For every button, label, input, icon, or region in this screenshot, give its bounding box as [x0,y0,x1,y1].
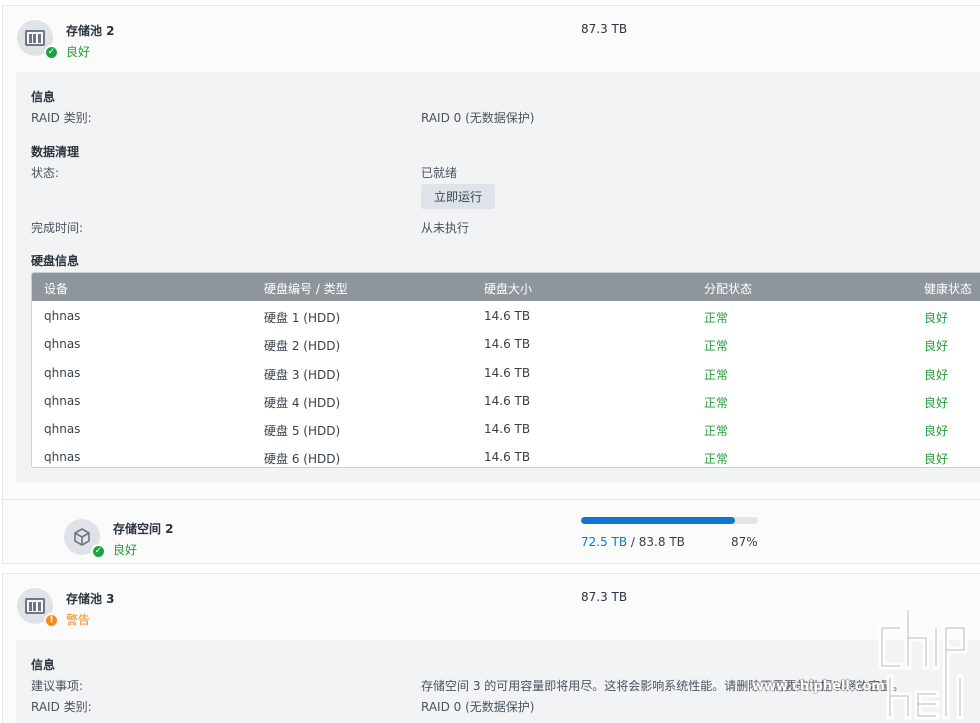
pool-name: 存储池 3 [66,592,115,606]
cell-disk-size: 14.6 TB [484,422,531,437]
completed-time-label: 完成时间: [31,221,84,235]
scrub-status-value: 已就绪 [421,166,458,180]
volume-usage-bar [581,517,758,524]
storage-pool-2-card[interactable]: ✓ 存储池 2 良好 87.3 TB 信息 RAID 类别: RAID 0 (无… [2,5,980,564]
volume-total: 83.8 TB [638,535,685,549]
cell-device: qhnas [44,337,81,352]
volume-status: 良好 [113,543,138,557]
cell-disk-number: 硬盘 1 (HDD) [264,311,341,325]
pool-detail-panel: 信息 RAID 类别: RAID 0 (无数据保护) 数据清理 状态: 已就绪 … [16,72,980,482]
volume-used: 72.5 TB [581,535,628,549]
col-header-health[interactable]: 健康状态 [924,280,972,297]
cell-disk-size: 14.6 TB [484,365,531,380]
raid-type-label: RAID 类别: [31,111,92,125]
table-row[interactable]: qhnas 硬盘 1 (HDD) 14.6 TB 正常 良好 [32,301,980,329]
run-now-button[interactable]: 立即运行 [421,184,495,209]
pool-size: 87.3 TB [581,590,628,604]
pool-size: 87.3 TB [581,22,628,36]
storage-pool-2-header[interactable]: ✓ 存储池 2 良好 87.3 TB [3,6,980,72]
info-section-title: 信息 [31,90,56,104]
cell-disk-number: 硬盘 4 (HDD) [264,395,341,410]
suggestion-label: 建议事项: [31,679,84,693]
scrub-status-label: 状态: [31,166,60,180]
cell-disk-number: 硬盘 6 (HDD) [264,452,341,467]
cell-health: 良好 [924,395,949,410]
pool-status: 良好 [66,45,91,59]
raid-type-value: RAID 0 (无数据保护) [421,700,535,714]
scrub-section-title: 数据清理 [31,145,80,159]
volume-usage-text: 72.5 TB / 83.8 TB [581,535,685,549]
col-header-disk-size[interactable]: 硬盘大小 [484,280,532,297]
storage-pool-3-card[interactable]: ! 存储池 3 警告 87.3 TB 信息 建议事项: 存储空间 3 的可用容量… [2,573,980,723]
volume-usage-percent: 87% [731,535,758,549]
cell-device: qhnas [44,309,81,323]
check-badge-icon: ✓ [44,45,59,60]
storage-pool-icon: ! [17,588,59,628]
watermark-url: www.chiphell.com [752,679,885,694]
cell-disk-number: 硬盘 5 (HDD) [264,424,341,439]
table-row[interactable]: qhnas 硬盘 6 (HDD) 14.6 TB 正常 良好 [32,442,980,467]
cell-allocation: 正常 [704,452,729,467]
cell-allocation: 正常 [704,424,729,439]
usage-separator: / [627,535,639,549]
cell-allocation: 正常 [704,395,729,410]
raid-type-label: RAID 类别: [31,700,92,714]
cell-allocation: 正常 [704,367,729,382]
info-section-title: 信息 [31,658,56,672]
cell-disk-size: 14.6 TB [484,309,531,323]
cell-health: 良好 [924,339,949,354]
storage-pool-3-header[interactable]: ! 存储池 3 警告 87.3 TB [3,574,980,640]
col-header-disk-number[interactable]: 硬盘编号 / 类型 [264,280,348,297]
completed-time-value: 从未执行 [421,221,470,235]
cell-disk-size: 14.6 TB [484,337,531,352]
storage-pool-icon: ✓ [17,20,59,60]
cell-health: 良好 [924,452,949,467]
volume-usage-fill [581,517,735,524]
cell-disk-size: 14.6 TB [484,393,531,408]
cell-health: 良好 [924,424,949,439]
cell-device: qhnas [44,450,81,465]
col-header-allocation[interactable]: 分配状态 [704,280,752,297]
table-row[interactable]: qhnas 硬盘 3 (HDD) 14.6 TB 正常 良好 [32,358,980,386]
pool-status: 警告 [66,613,91,627]
volume-name: 存储空间 2 [113,522,174,536]
check-badge-icon: ✓ [91,544,106,559]
cell-health: 良好 [924,311,949,325]
cell-disk-size: 14.6 TB [484,450,531,465]
pool-name: 存储池 2 [66,24,115,38]
cell-allocation: 正常 [704,311,729,325]
volume-2-row[interactable]: ✓ 存储空间 2 良好 72.5 TB / 83.8 TB 87% [3,499,980,565]
table-row[interactable]: qhnas 硬盘 2 (HDD) 14.6 TB 正常 良好 [32,329,980,357]
cell-device: qhnas [44,393,81,408]
table-row[interactable]: qhnas 硬盘 5 (HDD) 14.6 TB 正常 良好 [32,414,980,442]
cell-device: qhnas [44,365,81,380]
cell-disk-number: 硬盘 2 (HDD) [264,339,341,354]
raid-type-value: RAID 0 (无数据保护) [421,111,535,125]
col-header-device[interactable]: 设备 [44,280,68,297]
warning-badge-icon: ! [44,613,59,628]
cell-allocation: 正常 [704,339,729,354]
disk-info-section-title: 硬盘信息 [31,254,80,268]
cell-disk-number: 硬盘 3 (HDD) [264,367,341,382]
table-row[interactable]: qhnas 硬盘 4 (HDD) 14.6 TB 正常 良好 [32,386,980,414]
volume-cube-icon: ✓ [64,519,106,559]
cell-device: qhnas [44,422,81,437]
disk-table-header: 设备 硬盘编号 / 类型 硬盘大小 分配状态 健康状态 [32,273,980,301]
cell-health: 良好 [924,367,949,382]
disk-table: 设备 硬盘编号 / 类型 硬盘大小 分配状态 健康状态 qhnas 硬盘 1 (… [31,272,980,468]
